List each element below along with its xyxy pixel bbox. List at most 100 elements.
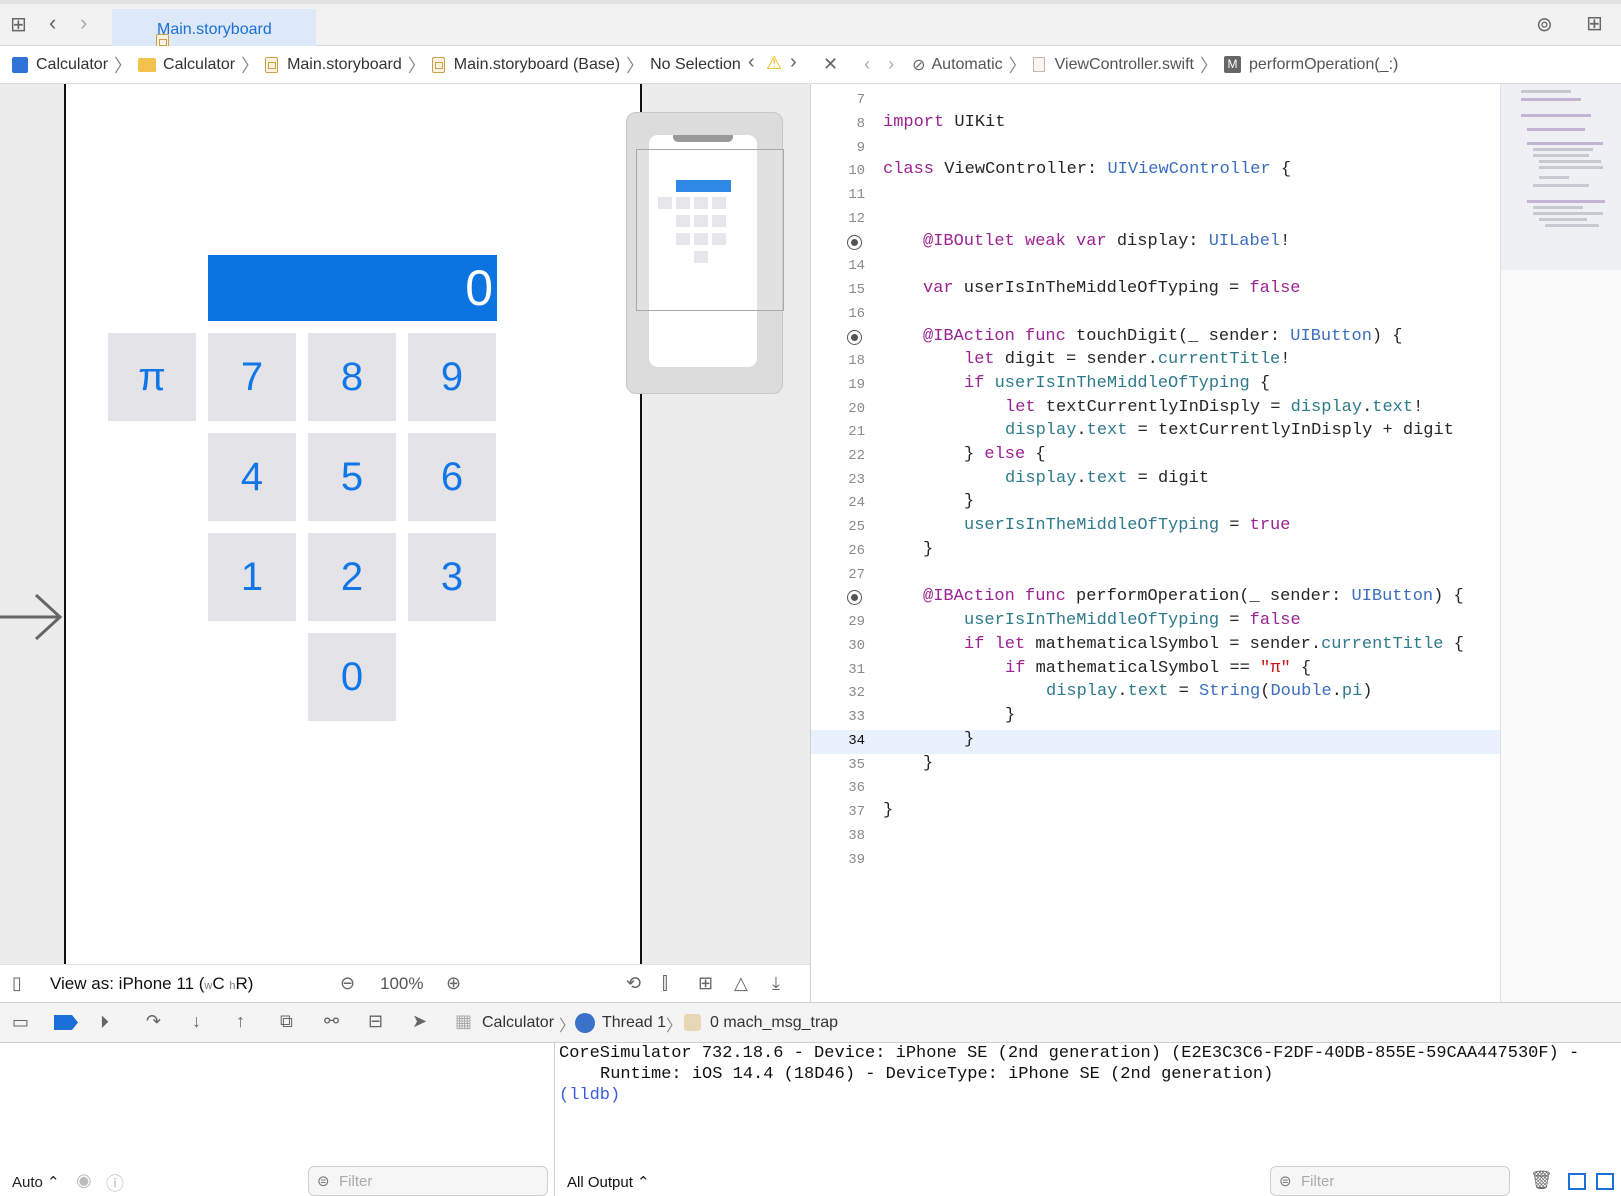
key-9[interactable]: 9 [408,333,496,421]
crumb-perform-operation[interactable]: performOperation(_:) [1249,56,1398,74]
memory-graph-icon[interactable]: ⚯ [324,1011,339,1032]
crumb-storyboard-base[interactable]: Main.storyboard (Base) [454,56,620,74]
align-icon[interactable]: ⫿ [662,973,668,994]
tab-label: Main.storyboard [157,20,272,38]
line-number: 20 [848,401,865,417]
tab-main-storyboard[interactable]: Main.storyboard [112,9,316,50]
code-line-13: @IBOutlet weak var display: UILabel! [923,232,1291,251]
view-controller-scene[interactable] [64,84,642,964]
storyboard-canvas[interactable]: 0 π 7 8 9 4 5 6 1 2 3 0 [0,84,810,964]
review-icon[interactable]: ⊚ [1536,12,1553,37]
key-1[interactable]: 1 [208,533,296,621]
next-issue-icon[interactable]: › [790,51,797,74]
crumb-calculator-folder[interactable]: Calculator [163,56,235,74]
crumb-automatic[interactable]: Automatic [932,56,1003,74]
key-4[interactable]: 4 [208,433,296,521]
document-outline-icon[interactable]: ▯ [12,973,22,994]
code-minimap[interactable] [1500,84,1621,1002]
code-line-26: } [923,540,934,559]
key-pi[interactable]: π [108,333,196,421]
resolve-issues-icon[interactable]: △ [734,973,748,994]
zoom-in-icon[interactable]: ⊕ [446,973,461,994]
minimap-viewport[interactable] [636,149,784,311]
close-editor-icon[interactable]: ✕ [823,54,838,75]
continue-icon[interactable]: ⏵ [100,1012,109,1033]
zoom-level[interactable]: 100% [380,974,423,994]
crumb-separator: 〉 [559,1018,576,1035]
canvas-minimap[interactable] [626,112,784,394]
minimap-line [1533,148,1593,151]
forward-icon[interactable]: › [888,54,894,75]
back-icon[interactable]: ‹ [49,10,56,36]
view-hierarchy-icon[interactable]: ⧉ [280,1011,293,1032]
key-7[interactable]: 7 [208,333,296,421]
crumb-no-selection[interactable]: No Selection [650,56,741,74]
code-line-37: } [883,801,894,820]
step-over-icon[interactable]: ↷ [146,1011,161,1032]
code-editor[interactable]: 7 8 9 10 11 12 14 15 16 18 19 20 21 22 2… [810,84,1501,1002]
add-editor-icon[interactable]: ⊞ [1586,11,1603,36]
key-3[interactable]: 3 [408,533,496,621]
eye-icon[interactable]: ◉ [76,1170,92,1191]
line-number: 10 [848,163,865,179]
filter-placeholder: Filter [339,1172,373,1190]
step-into-icon[interactable]: ↓ [192,1011,201,1032]
display-label[interactable]: 0 [208,255,497,321]
previous-issue-icon[interactable]: ‹ [748,51,755,74]
line-number: 23 [848,472,865,488]
code-line-24: } [964,492,975,511]
action-connection-icon[interactable] [847,330,862,345]
view-as-button[interactable]: View as: iPhone 11 (wC hR) [50,974,253,994]
show-variables-icon[interactable] [1568,1173,1586,1190]
entry-point-arrow-icon[interactable] [0,592,64,642]
variables-scope-select[interactable]: Auto ⌃ [12,1173,60,1191]
debug-frame[interactable]: 0 mach_msg_trap [710,1014,838,1032]
breakpoints-toggle-icon[interactable] [54,1015,78,1030]
debug-bar: ▭ ⏵ ↷ ↓ ↑ ⧉ ⚯ ⊟ ➤ ▦ Calculator 〉 Thread … [0,1002,1621,1043]
line-number: 24 [848,495,865,511]
minimap-line [1521,90,1571,93]
related-items-icon[interactable]: ⊘ [912,55,925,75]
crumb-main-storyboard[interactable]: Main.storyboard [287,56,402,74]
line-number-current: 34 [848,733,865,749]
back-icon[interactable]: ‹ [864,54,870,75]
crumb-calculator-project[interactable]: Calculator [36,56,108,74]
variables-filter-input[interactable]: ⊜ Filter [308,1166,548,1196]
show-console-icon[interactable] [1596,1173,1614,1190]
update-frames-icon[interactable]: ⟲ [626,973,641,994]
line-number: 39 [848,852,865,868]
debug-target[interactable]: Calculator [482,1014,554,1032]
trash-icon[interactable]: 🗑 [1530,1170,1553,1192]
simulate-location-icon[interactable]: ➤ [412,1011,427,1032]
zoom-out-icon[interactable]: ⊖ [340,973,355,994]
debug-thread[interactable]: Thread 1 [602,1014,666,1032]
variables-view[interactable]: Auto ⌃ ◉ ⓘ ⊜ Filter [0,1043,555,1196]
key-5[interactable]: 5 [308,433,396,521]
size-class-c: C [212,974,225,993]
step-out-icon[interactable]: ↑ [236,1011,245,1032]
key-0[interactable]: 0 [308,633,396,721]
line-number: 14 [848,258,865,274]
output-select[interactable]: All Output ⌃ [567,1173,650,1191]
environment-overrides-icon[interactable]: ⊟ [368,1011,383,1032]
code-line-34: } [964,730,975,749]
grid-icon[interactable]: ⊞ [10,12,27,37]
add-constraints-icon[interactable]: ⊞ [698,973,713,994]
console-view[interactable]: CoreSimulator 732.18.6 - Device: iPhone … [556,1043,1621,1196]
crumb-viewcontroller-swift[interactable]: ViewController.swift [1055,56,1194,74]
hide-debug-area-icon[interactable]: ▭ [12,1012,29,1033]
action-connection-icon[interactable] [847,590,862,605]
console-filter-input[interactable]: ⊜ Filter [1270,1166,1510,1196]
size-class-r: R) [235,974,254,993]
key-6[interactable]: 6 [408,433,496,521]
current-line-highlight [811,730,1501,754]
lldb-prompt[interactable]: (lldb) [559,1086,620,1105]
embed-in-icon[interactable]: ⤓ [772,973,780,994]
key-2[interactable]: 2 [308,533,396,621]
breadcrumb-right: ✕ ‹ › ⊘ Automatic 〉 ViewController.swift… [811,46,1621,84]
forward-icon[interactable]: › [80,10,87,36]
warning-icon[interactable]: ⚠ [766,53,782,74]
key-8[interactable]: 8 [308,333,396,421]
info-icon[interactable]: ⓘ [106,1170,124,1196]
outlet-connection-icon[interactable] [847,235,862,250]
